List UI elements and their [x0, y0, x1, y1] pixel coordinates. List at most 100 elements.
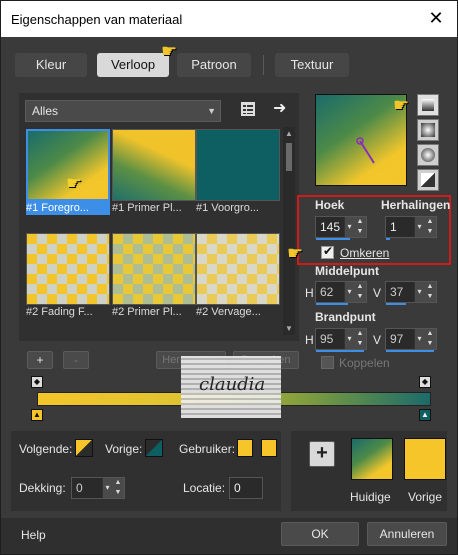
prev-color-swatch[interactable]: [145, 439, 163, 457]
scroll-up-icon[interactable]: ▲: [285, 129, 293, 138]
angle-value: 145: [320, 220, 341, 234]
focal-v-bar: [386, 350, 434, 352]
style-radial-button[interactable]: [417, 144, 439, 166]
tab-separator: [263, 55, 264, 75]
center-v-spinner[interactable]: 37 ▾ ▲ ▼: [385, 281, 437, 305]
focal-h-label: H: [305, 333, 314, 347]
help-link[interactable]: Help: [21, 528, 46, 542]
center-v-value: 37: [390, 285, 404, 299]
chevron-down-icon[interactable]: ▾: [414, 217, 424, 237]
link-label[interactable]: Koppelen: [339, 356, 390, 370]
spin-buttons[interactable]: ▲ ▼: [354, 282, 366, 302]
invert-label[interactable]: Omkeren: [340, 246, 389, 260]
chevron-down-icon[interactable]: ▾: [414, 329, 424, 349]
chevron-down-icon: ▼: [207, 106, 216, 116]
tab-verloop[interactable]: Verloop: [97, 53, 169, 77]
close-icon[interactable]: ✕: [425, 7, 447, 29]
location-label: Locatie:: [183, 481, 226, 495]
watermark-text: claudia: [199, 374, 266, 395]
color-stop-left[interactable]: ▲: [31, 409, 43, 421]
user-color-swatch-2[interactable]: [261, 439, 277, 457]
gradient-thumbnail: [112, 129, 196, 201]
gradient-item[interactable]: #2 Vervage...: [196, 233, 280, 319]
style-sunburst-button[interactable]: [417, 169, 439, 191]
opacity-stop-left[interactable]: ◆: [31, 376, 43, 388]
scrollbar-thumb[interactable]: [286, 143, 292, 171]
add-to-swatches-button[interactable]: +: [309, 441, 335, 467]
watermark-logo: claudia: [181, 356, 281, 418]
material-properties-dialog: Eigenschappen van materiaal ✕ Kleur Verl…: [0, 0, 458, 555]
library-options-icon[interactable]: [239, 100, 257, 118]
chevron-down-icon[interactable]: ▾: [102, 478, 112, 498]
center-h-value: 62: [320, 285, 334, 299]
opacity-spinner[interactable]: 0 ▾ ▲ ▼: [71, 477, 125, 499]
center-h-spinner[interactable]: 62 ▾ ▲ ▼: [315, 281, 367, 305]
gradient-item[interactable]: #1 Primer Pl...: [112, 129, 196, 215]
chevron-down-icon[interactable]: ▾: [344, 217, 354, 237]
gradient-thumbnail: [196, 233, 280, 305]
repeats-bar: [386, 238, 390, 240]
link-checkbox[interactable]: [321, 356, 334, 369]
remove-gradient-button[interactable]: -: [63, 351, 89, 369]
tab-bar: Kleur Verloop Patroon Textuur: [11, 47, 449, 83]
pointing-hand-icon: ☛: [161, 41, 178, 61]
opacity-value: 0: [76, 481, 83, 495]
spin-buttons[interactable]: ▲ ▼: [354, 217, 366, 237]
gradient-item[interactable]: #2 Fading F...: [26, 233, 110, 319]
repeats-spinner[interactable]: 1 ▾ ▲ ▼: [385, 216, 437, 240]
focal-v-label: V: [373, 333, 382, 347]
pointing-hand-icon: ☛: [66, 173, 83, 193]
user-color-swatch[interactable]: [237, 439, 253, 457]
style-linear-button[interactable]: [417, 94, 439, 116]
focal-h-bar: [316, 350, 364, 352]
invert-checkbox[interactable]: ✔: [321, 244, 334, 259]
ok-button[interactable]: OK: [281, 522, 359, 546]
opacity-stop-right[interactable]: ◆: [419, 376, 431, 388]
location-input[interactable]: 0: [229, 477, 263, 499]
next-color-swatch[interactable]: [75, 439, 93, 457]
gradient-item[interactable]: #1 Voorgro...: [196, 129, 280, 215]
previous-swatch[interactable]: [404, 438, 446, 480]
checkmark-icon: ✔: [323, 244, 334, 258]
gradient-item[interactable]: #2 Primer Pl...: [112, 233, 196, 319]
focal-v-spinner[interactable]: 97 ▾ ▲ ▼: [385, 328, 437, 352]
footer-bar: Help OK Annuleren: [1, 518, 457, 554]
current-label: Huidige: [350, 490, 391, 504]
gradient-item[interactable]: ☛ #1 Foregro...: [26, 129, 110, 215]
style-rectangular-button[interactable]: [417, 119, 439, 141]
focal-h-value: 95: [320, 332, 334, 346]
spin-buttons[interactable]: ▲ ▼: [424, 329, 436, 349]
gradient-label: #2 Vervage...: [196, 306, 261, 318]
category-dropdown[interactable]: Alles ▼: [25, 100, 221, 122]
chevron-down-icon[interactable]: ▾: [414, 282, 424, 302]
repeats-label: Herhalingen: [381, 198, 451, 212]
center-v-bar: [386, 303, 406, 305]
angle-spinner[interactable]: 145 ▾ ▲ ▼: [315, 216, 367, 240]
color-stop-right[interactable]: ▲: [419, 409, 431, 421]
current-swatch[interactable]: [351, 438, 393, 480]
spin-buttons[interactable]: ▲ ▼: [354, 329, 366, 349]
location-value: 0: [234, 481, 241, 495]
gradient-thumbnail: [26, 233, 110, 305]
chevron-down-icon[interactable]: ▾: [344, 329, 354, 349]
spin-buttons[interactable]: ▲ ▼: [424, 282, 436, 302]
spin-buttons[interactable]: ▲ ▼: [112, 478, 124, 498]
library-scrollbar[interactable]: ▲ ▼: [283, 127, 295, 335]
tab-textuur[interactable]: Textuur: [275, 53, 349, 77]
focal-v-value: 97: [390, 332, 404, 346]
prev-label: Vorige:: [105, 442, 143, 456]
add-gradient-button[interactable]: +: [27, 351, 53, 369]
tab-patroon[interactable]: Patroon: [177, 53, 251, 77]
arrow-right-icon[interactable]: ➜: [273, 98, 291, 118]
gradient-label: #1 Voorgro...: [196, 202, 259, 214]
focal-h-spinner[interactable]: 95 ▾ ▲ ▼: [315, 328, 367, 352]
title-bar: Eigenschappen van materiaal ✕: [1, 1, 457, 37]
cancel-button[interactable]: Annuleren: [367, 522, 447, 546]
gradient-label: #2 Primer Pl...: [112, 306, 182, 318]
scroll-down-icon[interactable]: ▼: [285, 324, 293, 333]
chevron-down-icon[interactable]: ▾: [344, 282, 354, 302]
pointing-hand-icon: ☛: [287, 243, 304, 263]
spin-buttons[interactable]: ▲ ▼: [424, 217, 436, 237]
tab-kleur[interactable]: Kleur: [15, 53, 87, 77]
center-h-label: H: [305, 286, 314, 300]
